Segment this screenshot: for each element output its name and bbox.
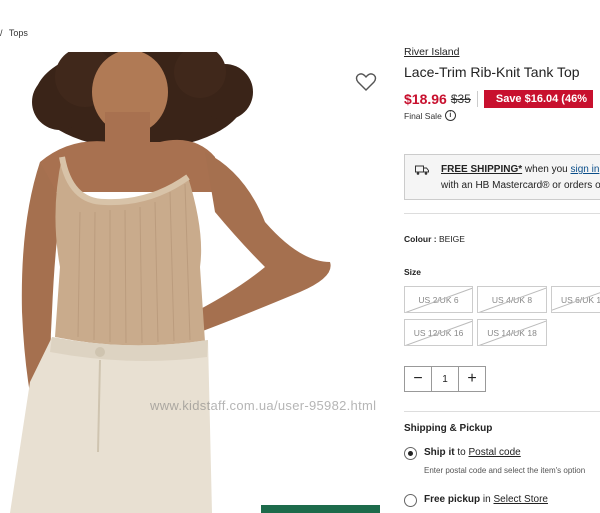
info-icon[interactable]: i xyxy=(444,110,456,121)
quantity-value[interactable]: 1 xyxy=(431,367,459,391)
size-option-us4[interactable]: US 4/UK 8 xyxy=(477,286,547,313)
product-photo-illustration xyxy=(10,52,331,513)
quantity-stepper: − 1 + xyxy=(404,366,486,392)
product-image[interactable] xyxy=(0,52,385,513)
final-sale-label: Final Sale xyxy=(404,110,442,121)
ship-it-text: Ship it xyxy=(424,447,455,458)
colour-label: Colour : xyxy=(404,234,437,244)
breadcrumb: / Tops xyxy=(0,28,28,38)
size-label: Size xyxy=(404,267,422,277)
truck-icon xyxy=(415,165,429,175)
save-badge: Save $16.04 (46% xyxy=(483,90,593,108)
breadcrumb-separator: / xyxy=(0,28,3,38)
plus-icon[interactable]: + xyxy=(459,367,485,391)
free-pickup-text: Free pickup xyxy=(424,494,481,505)
free-shipping-link[interactable]: FREE SHIPPING* xyxy=(441,164,522,175)
original-price: $35 xyxy=(450,92,471,106)
free-pickup-label: Free pickup in Select Store xyxy=(424,494,548,505)
wishlist-heart-icon[interactable] xyxy=(355,72,377,92)
free-pickup-radio[interactable] xyxy=(404,494,417,507)
final-sale-note: Final Sale i xyxy=(404,110,456,121)
divider xyxy=(404,411,600,412)
postal-code-link[interactable]: Postal code xyxy=(468,447,520,458)
ship-it-radio[interactable] xyxy=(404,447,417,460)
add-to-bag-button[interactable] xyxy=(261,505,380,513)
watermark-text: www.kidstaff.com.ua/user-95982.html xyxy=(150,398,377,413)
size-option-us12[interactable]: US 12/UK 16 xyxy=(404,319,473,346)
ship-to-text: to xyxy=(454,447,469,458)
colour-value: BEIGE xyxy=(438,234,465,244)
select-store-link[interactable]: Select Store xyxy=(493,494,547,505)
brand-link[interactable]: River Island xyxy=(404,46,459,58)
ship-it-label: Ship it to Postal code xyxy=(424,447,521,458)
shipping-line-2: with an HB Mastercard® or orders o xyxy=(441,180,600,191)
sign-in-link[interactable]: sign in xyxy=(571,164,600,175)
ship-it-subtext: Enter postal code and select the item's … xyxy=(424,466,586,475)
free-shipping-banner: FREE SHIPPING* when you sign in with an … xyxy=(404,154,600,200)
size-option-us2[interactable]: US 2/UK 6 xyxy=(404,286,473,313)
divider xyxy=(404,213,600,214)
pickup-in-text: in xyxy=(480,494,494,505)
minus-icon[interactable]: − xyxy=(405,367,431,391)
when-you-text: when you xyxy=(522,164,571,175)
size-option-us14[interactable]: US 14/UK 18 xyxy=(477,319,547,346)
shipping-line-1: FREE SHIPPING* when you sign in xyxy=(441,164,599,175)
product-title: Lace-Trim Rib-Knit Tank Top xyxy=(404,64,580,80)
sale-price: $18.96 xyxy=(404,91,447,107)
breadcrumb-link-tops[interactable]: Tops xyxy=(9,28,28,38)
size-option-us6[interactable]: US 6/UK 1 xyxy=(551,286,600,313)
shipping-pickup-title: Shipping & Pickup xyxy=(404,423,493,434)
price-row: $18.96 $35 Save $16.04 (46% xyxy=(404,90,593,108)
price-divider xyxy=(476,91,478,107)
colour-selector: Colour : BEIGE xyxy=(404,234,465,244)
